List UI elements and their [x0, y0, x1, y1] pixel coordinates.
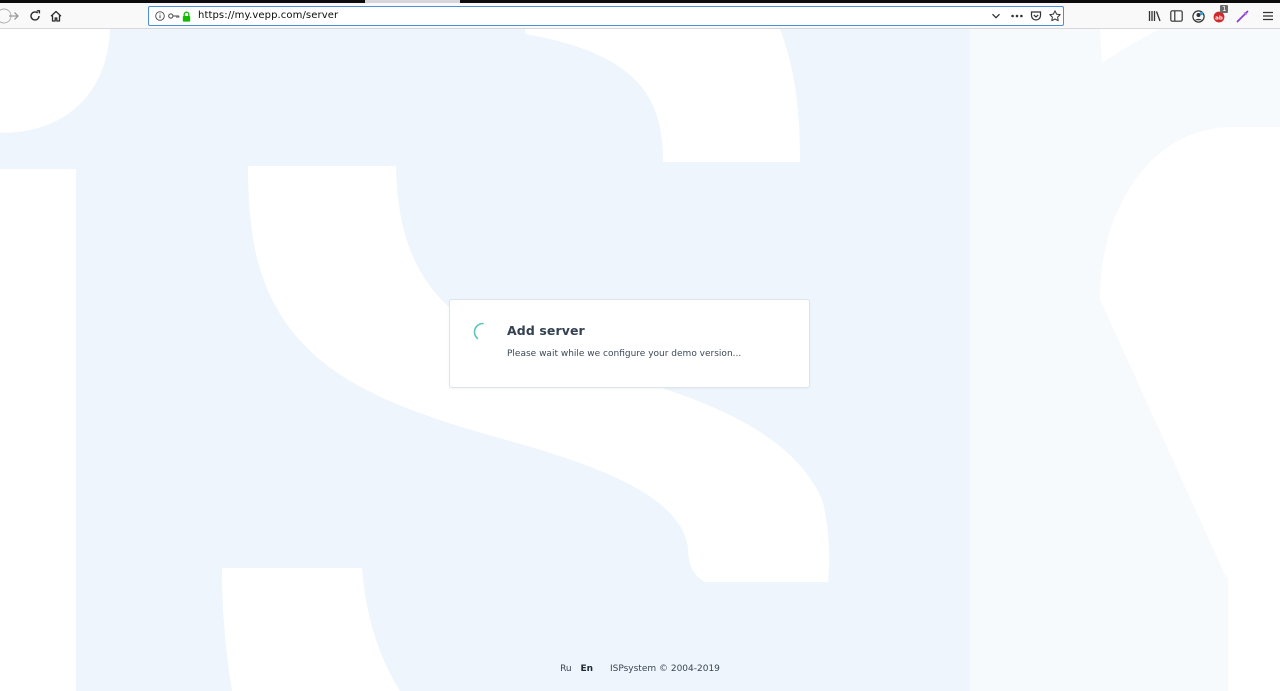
- hamburger-menu-icon: [1263, 11, 1273, 21]
- forward-arrow-icon: [9, 12, 19, 20]
- sidebar-icon: [1169, 10, 1183, 22]
- language-ru-link[interactable]: Ru: [560, 664, 572, 674]
- add-server-card: Add server Please wait while we configur…: [449, 299, 810, 388]
- bookmark-star-icon[interactable]: [1049, 9, 1061, 23]
- extension-button[interactable]: ab 1: [1210, 5, 1230, 26]
- account-button[interactable]: [1188, 6, 1208, 26]
- forward-button[interactable]: [4, 6, 24, 26]
- loading-spinner-icon: [473, 322, 484, 340]
- account-icon: [1191, 9, 1205, 23]
- sidebar-button[interactable]: [1166, 6, 1186, 26]
- browser-toolbar: https://my.vepp.com/server ab 1: [0, 3, 1280, 29]
- card-title: Add server: [507, 323, 585, 338]
- notification-badge: 1: [1220, 5, 1229, 13]
- svg-text:ab: ab: [1215, 15, 1223, 21]
- library-icon: [1148, 11, 1161, 22]
- home-icon: [50, 10, 62, 22]
- library-button[interactable]: [1145, 6, 1165, 26]
- key-icon[interactable]: [168, 9, 180, 23]
- menu-button[interactable]: [1258, 6, 1278, 26]
- chevron-down-icon[interactable]: [991, 9, 1001, 23]
- reload-button[interactable]: [25, 6, 45, 26]
- feather-pen-icon: [1236, 10, 1248, 22]
- lock-secure-icon[interactable]: [182, 9, 191, 23]
- language-en-link[interactable]: En: [581, 664, 594, 674]
- page-actions-icon[interactable]: [1011, 9, 1023, 23]
- url-text[interactable]: https://my.vepp.com/server: [198, 9, 338, 23]
- card-message: Please wait while we configure your demo…: [507, 349, 742, 359]
- reload-icon: [30, 10, 41, 21]
- pocket-icon[interactable]: [1030, 9, 1042, 23]
- home-button[interactable]: [46, 6, 66, 26]
- page-footer: Ru En ISPsystem © 2004-2019: [0, 664, 1280, 674]
- info-icon[interactable]: [155, 9, 165, 23]
- copyright-text: ISPsystem © 2004-2019: [609, 664, 720, 674]
- address-bar[interactable]: https://my.vepp.com/server: [148, 6, 1064, 26]
- pen-extension-button[interactable]: [1232, 6, 1252, 26]
